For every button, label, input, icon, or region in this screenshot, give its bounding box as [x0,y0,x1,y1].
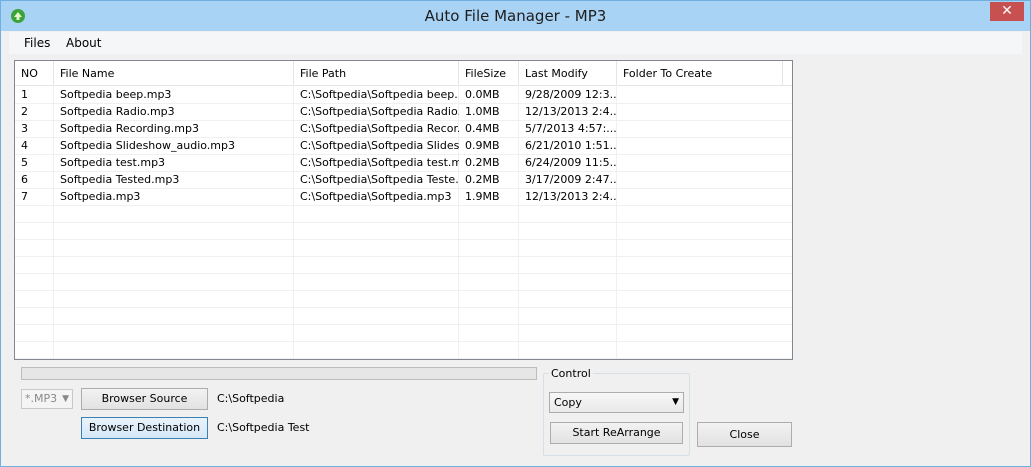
col-header-file-size[interactable]: FileSize [459,61,519,85]
start-rearrange-button[interactable]: Start ReArrange [550,422,683,444]
cell-no: 6 [21,173,28,186]
menu-about[interactable]: About [66,36,101,50]
browse-source-button[interactable]: Browser Source [81,388,208,410]
cell-folder-to-create [617,171,783,188]
cell-file-path: C:\Softpedia\Softpedia Slides... [300,139,459,152]
cell-file-path: C:\Softpedia\Softpedia Teste... [300,173,459,186]
menu-files[interactable]: Files [24,36,50,50]
cell-no: 7 [21,190,28,203]
list-header: NO File Name File Path FileSize Last Mod… [15,61,792,86]
cell-no: 1 [21,88,28,101]
cell-no: 3 [21,122,28,135]
browse-destination-button[interactable]: Browser Destination [81,417,208,439]
cell-file-size: 0.2MB [465,173,500,186]
empty-row [15,239,792,257]
cell-file-name: Softpedia beep.mp3 [60,88,172,101]
cell-file-name: Softpedia test.mp3 [60,156,166,169]
table-row[interactable]: 7 Softpedia.mp3 C:\Softpedia\Softpedia.mp3… [15,188,792,206]
title-bar[interactable]: Auto File Manager - MP3 ✕ [1,1,1030,31]
col-header-file-name[interactable]: File Name [54,61,294,85]
cell-file-size: 0.9MB [465,139,500,152]
empty-row [15,256,792,274]
cell-last-modify: 3/17/2009 2:47... [525,173,617,186]
cell-last-modify: 9/28/2009 12:3... [525,88,617,101]
cell-file-size: 0.0MB [465,88,500,101]
table-row[interactable]: 2 Softpedia Radio.mp3 C:\Softpedia\Softped… [15,103,792,121]
cell-file-path: C:\Softpedia\Softpedia Recor... [300,122,459,135]
cell-file-name: Softpedia.mp3 [60,190,141,203]
progress-bar [21,367,537,380]
table-row[interactable]: 3 Softpedia Recording.mp3 C:\Softpedia\Sof… [15,120,792,138]
cell-file-path: C:\Softpedia\Softpedia.mp3 [300,190,452,203]
file-list[interactable]: NO File Name File Path FileSize Last Mod… [14,60,793,360]
table-row[interactable]: 5 Softpedia test.mp3 C:\Softpedia\Softpedi… [15,154,792,172]
window-close-icon[interactable]: ✕ [990,2,1024,21]
col-header-no[interactable]: NO [15,61,54,85]
table-row[interactable]: 1 Softpedia beep.mp3 C:\Softpedia\Softpedi… [15,86,792,104]
cell-folder-to-create [617,188,783,205]
table-row[interactable]: 6 Softpedia Tested.mp3 C:\Softpedia\Softpe… [15,171,792,189]
col-header-folder-to-create[interactable]: Folder To Create [617,61,783,85]
window-title: Auto File Manager - MP3 [424,7,607,25]
extension-filter-value: *.MP3 [25,392,58,405]
cell-file-name: Softpedia Recording.mp3 [60,122,199,135]
empty-row [15,341,792,359]
cell-file-name: Softpedia Slideshow_audio.mp3 [60,139,235,152]
cell-folder-to-create [617,86,783,103]
cell-file-name: Softpedia Radio.mp3 [60,105,175,118]
cell-folder-to-create [617,120,783,137]
cell-file-path: C:\Softpedia\Softpedia beep.... [300,88,459,101]
cell-no: 4 [21,139,28,152]
cell-file-size: 1.9MB [465,190,500,203]
empty-row [15,307,792,325]
empty-row [15,273,792,291]
close-button[interactable]: Close [697,422,792,447]
table-row[interactable]: 4 Softpedia Slideshow_audio.mp3 C:\Softped… [15,137,792,155]
cell-no: 5 [21,156,28,169]
cell-file-size: 1.0MB [465,105,500,118]
cell-last-modify: 12/13/2013 2:4... [525,190,617,203]
cell-folder-to-create [617,103,783,120]
cell-file-size: 0.4MB [465,122,500,135]
cell-last-modify: 6/24/2009 11:5... [525,156,617,169]
cell-no: 2 [21,105,28,118]
menu-bar: Files About [9,32,1022,54]
control-group-label: Control [549,367,593,380]
cell-file-path: C:\Softpedia\Softpedia Radio.... [300,105,459,118]
cell-file-path: C:\Softpedia\Softpedia test.mp3 [300,156,459,169]
chevron-down-icon: ▼ [62,394,69,404]
empty-row [15,222,792,240]
app-window: Auto File Manager - MP3 ✕ Files About NO… [0,0,1031,467]
empty-row [15,324,792,342]
mode-select[interactable]: Copy ▼ [549,392,684,413]
cell-file-size: 0.2MB [465,156,500,169]
col-header-last-modify[interactable]: Last Modify [519,61,617,85]
cell-folder-to-create [617,154,783,171]
source-path: C:\Softpedia [217,392,285,405]
cell-last-modify: 6/21/2010 1:51... [525,139,617,152]
destination-path: C:\Softpedia Test [217,421,310,434]
chevron-down-icon: ▼ [672,397,679,407]
cell-last-modify: 5/7/2013 4:57:... [525,122,617,135]
extension-filter-select[interactable]: *.MP3 ▼ [21,389,73,409]
col-header-file-path[interactable]: File Path [294,61,459,85]
empty-row [15,290,792,308]
mode-select-value: Copy [554,396,582,409]
cell-file-name: Softpedia Tested.mp3 [60,173,180,186]
cell-folder-to-create [617,137,783,154]
empty-row [15,205,792,223]
cell-last-modify: 12/13/2013 2:4... [525,105,617,118]
